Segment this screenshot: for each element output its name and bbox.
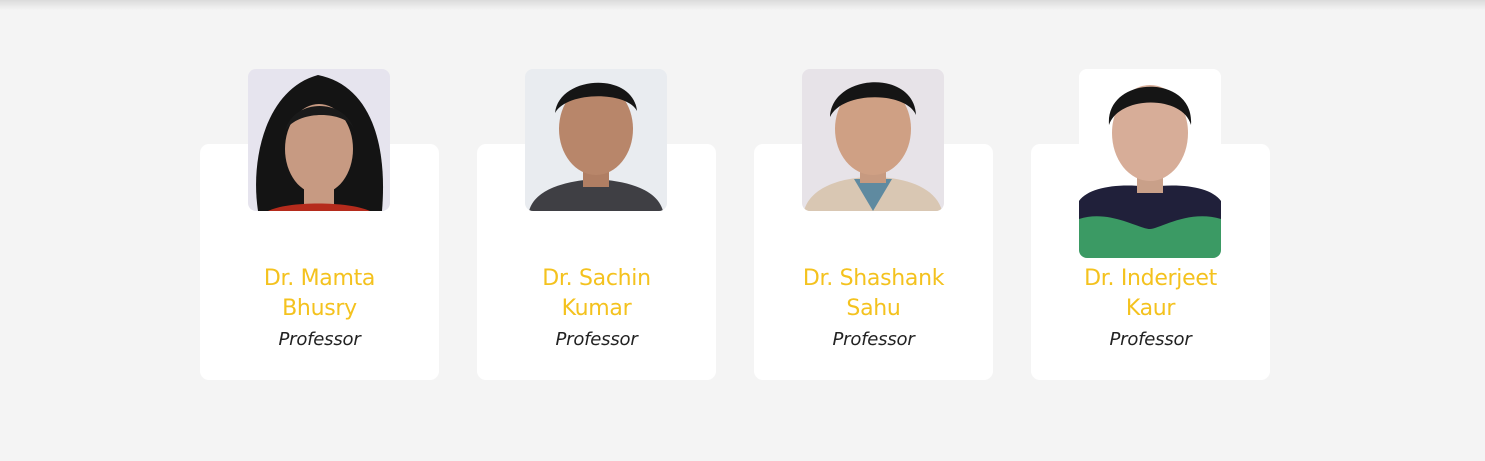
faculty-name[interactable]: Dr. Inderjeet Kaur [1031,264,1270,324]
faculty-title: Professor [832,329,915,350]
portrait-photo [248,69,390,211]
header-shadow [0,0,1485,10]
faculty-name-last: Sahu [846,296,901,321]
faculty-name[interactable]: Dr. Mamta Bhusry [200,264,439,324]
faculty-name-last: Bhusry [282,296,357,321]
faculty-name-last: Kaur [1125,296,1176,321]
faculty-name-first: Dr. Shashank [802,266,945,291]
faculty-title: Professor [278,329,361,350]
faculty-photo[interactable] [1079,69,1221,258]
faculty-photo[interactable] [525,69,667,211]
portrait-photo [525,69,667,211]
portrait-photo [802,69,944,211]
faculty-name-first: Dr. Inderjeet [1084,266,1217,291]
portrait-photo [1079,69,1221,258]
faculty-name[interactable]: Dr. Shashank Sahu [754,264,993,324]
faculty-title: Professor [555,329,638,350]
faculty-name-first: Dr. Sachin [542,266,651,291]
faculty-name[interactable]: Dr. Sachin Kumar [477,264,716,324]
faculty-name-first: Dr. Mamta [263,266,376,291]
faculty-photo[interactable] [248,69,390,211]
faculty-name-last: Kumar [561,296,632,321]
faculty-photo[interactable] [802,69,944,211]
faculty-title: Professor [1109,329,1192,350]
